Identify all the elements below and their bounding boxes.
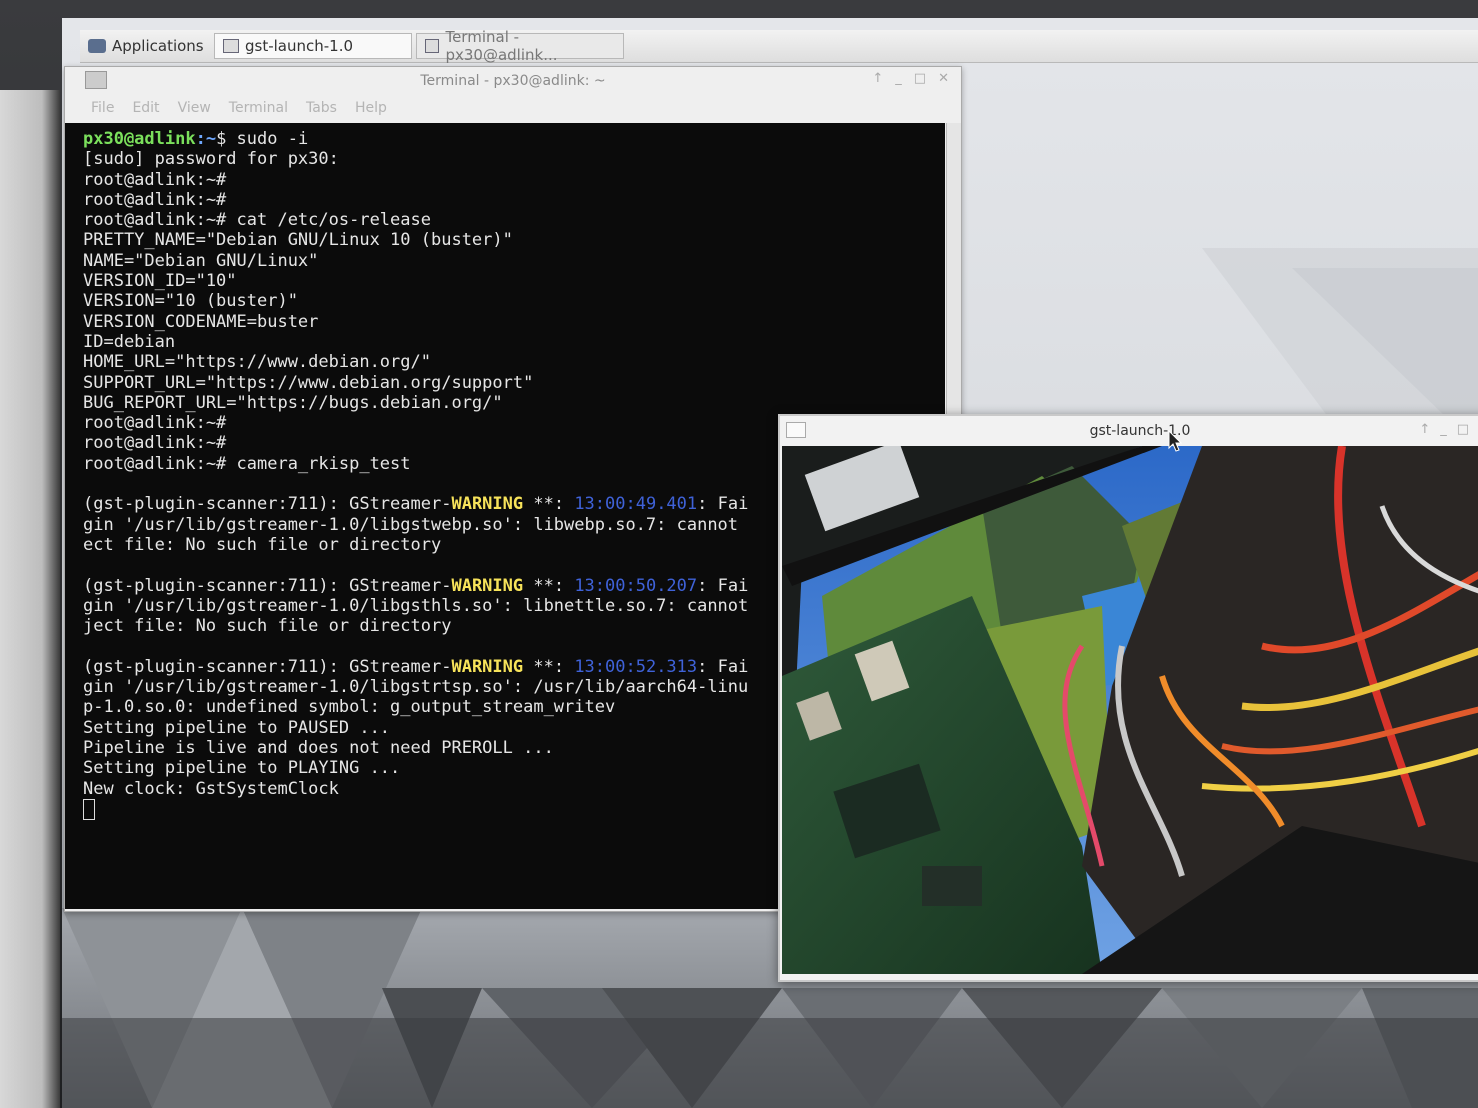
menu-view[interactable]: View bbox=[178, 100, 211, 116]
line-text: root@adlink:~# bbox=[83, 413, 227, 434]
line-text: p-1.0.so.0: undefined symbol: g_output_s… bbox=[83, 697, 616, 718]
line-text: root@adlink:~# camera_rkisp_test bbox=[83, 453, 411, 474]
terminal-icon bbox=[85, 71, 107, 89]
desk-background bbox=[0, 90, 60, 1108]
terminal-line: px30@adlink:~$ sudo -i bbox=[83, 129, 945, 149]
log-source: (gst-plugin-scanner:711): GStreamer- bbox=[83, 575, 452, 596]
terminal-line: ID=debian bbox=[83, 332, 945, 352]
log-timestamp: 13:00:52.313 bbox=[574, 656, 698, 677]
terminal-line: VERSION_CODENAME=buster bbox=[83, 312, 945, 332]
command-text: $ sudo -i bbox=[216, 129, 309, 149]
terminal-cursor bbox=[83, 798, 95, 820]
line-text: HOME_URL="https://www.debian.org/" bbox=[83, 352, 431, 373]
line-text: SUPPORT_URL="https://www.debian.org/supp… bbox=[83, 372, 534, 393]
window-icon bbox=[223, 39, 239, 53]
window-controls: ↑ _ □ ✕ bbox=[1419, 422, 1478, 437]
line-text: root@adlink:~# cat /etc/os-release bbox=[83, 210, 431, 231]
terminal-line: BUG_REPORT_URL="https://bugs.debian.org/… bbox=[83, 393, 945, 413]
log-source: (gst-plugin-scanner:711): GStreamer- bbox=[83, 656, 452, 677]
log-message: : Fai bbox=[697, 575, 749, 596]
warning-label: WARNING bbox=[451, 494, 524, 515]
line-text: ID=debian bbox=[83, 331, 176, 352]
log-message: : Fai bbox=[697, 494, 749, 515]
shade-icon[interactable]: ↑ bbox=[1419, 422, 1430, 437]
line-text: ect file: No such file or directory bbox=[83, 534, 442, 555]
top-panel: Applications gst-launch-1.0 Terminal - p… bbox=[80, 28, 1478, 64]
taskbar-item-label: Terminal - px30@adlink... bbox=[445, 28, 558, 64]
log-separator: **: bbox=[523, 494, 575, 515]
line-text: VERSION="10 (buster)" bbox=[83, 291, 298, 312]
video-frame bbox=[782, 446, 1478, 974]
minimize-icon[interactable]: _ bbox=[895, 71, 902, 86]
camera-feed-image bbox=[782, 446, 1478, 974]
warning-label: WARNING bbox=[451, 656, 524, 677]
line-text: Setting pipeline to PLAYING ... bbox=[83, 758, 401, 779]
terminal-menubar: File Edit View Terminal Tabs Help bbox=[65, 95, 961, 121]
taskbar-item-gst-launch[interactable]: gst-launch-1.0 bbox=[214, 33, 412, 59]
menu-edit[interactable]: Edit bbox=[132, 100, 159, 116]
mouse-pointer-icon bbox=[1168, 430, 1182, 452]
terminal-line: [sudo] password for px30: bbox=[83, 149, 945, 169]
line-text: VERSION_ID="10" bbox=[83, 271, 237, 292]
terminal-line: VERSION="10 (buster)" bbox=[83, 291, 945, 311]
menu-terminal[interactable]: Terminal bbox=[229, 100, 288, 116]
close-icon[interactable]: ✕ bbox=[938, 71, 949, 86]
taskbar-item-terminal[interactable]: Terminal - px30@adlink... bbox=[416, 28, 624, 64]
applications-label: Applications bbox=[112, 37, 204, 55]
applications-icon bbox=[88, 39, 106, 53]
line-text: New clock: GstSystemClock bbox=[83, 778, 339, 799]
applications-menu[interactable]: Applications bbox=[80, 32, 214, 60]
shade-icon[interactable]: ↑ bbox=[872, 71, 883, 86]
warning-label: WARNING bbox=[451, 575, 524, 596]
line-text: [sudo] password for px30: bbox=[83, 149, 339, 170]
line-text: VERSION_CODENAME=buster bbox=[83, 311, 319, 332]
line-text: gin '/usr/lib/gstreamer-1.0/libgsthls.so… bbox=[83, 595, 749, 616]
line-text: root@adlink:~# bbox=[83, 169, 227, 190]
terminal-line: root@adlink:~# bbox=[83, 170, 945, 190]
minimize-icon[interactable]: _ bbox=[1440, 422, 1447, 437]
terminal-line: HOME_URL="https://www.debian.org/" bbox=[83, 352, 945, 372]
terminal-line: NAME="Debian GNU/Linux" bbox=[83, 251, 945, 271]
terminal-line: SUPPORT_URL="https://www.debian.org/supp… bbox=[83, 373, 945, 393]
menu-tabs[interactable]: Tabs bbox=[306, 100, 337, 116]
gst-launch-window[interactable]: gst-launch-1.0 ↑ _ □ ✕ bbox=[778, 414, 1478, 982]
terminal-icon bbox=[425, 39, 440, 53]
log-message: : Fai bbox=[697, 656, 749, 677]
log-source: (gst-plugin-scanner:711): GStreamer- bbox=[83, 494, 452, 515]
line-text: BUG_REPORT_URL="https://bugs.debian.org/… bbox=[83, 392, 503, 413]
log-separator: **: bbox=[523, 656, 575, 677]
terminal-line: VERSION_ID="10" bbox=[83, 271, 945, 291]
log-timestamp: 13:00:49.401 bbox=[574, 494, 698, 515]
log-timestamp: 13:00:50.207 bbox=[574, 575, 698, 596]
line-text: Setting pipeline to PAUSED ... bbox=[83, 717, 391, 738]
menu-file[interactable]: File bbox=[91, 100, 114, 116]
log-separator: **: bbox=[523, 575, 575, 596]
line-text: ject file: No such file or directory bbox=[83, 616, 452, 637]
taskbar-item-label: gst-launch-1.0 bbox=[245, 37, 354, 55]
maximize-icon[interactable]: □ bbox=[914, 71, 926, 86]
screen: Applications gst-launch-1.0 Terminal - p… bbox=[62, 18, 1478, 1108]
prompt-user: px30@adlink bbox=[83, 129, 196, 149]
line-text: gin '/usr/lib/gstreamer-1.0/libgstwebp.s… bbox=[83, 514, 739, 535]
window-controls: ↑ _ □ ✕ bbox=[872, 71, 949, 86]
terminal-titlebar[interactable]: Terminal - px30@adlink: ~ ↑ _ □ ✕ bbox=[65, 67, 961, 95]
line-text: root@adlink:~# bbox=[83, 189, 227, 210]
line-text: gin '/usr/lib/gstreamer-1.0/libgstrtsp.s… bbox=[83, 677, 749, 698]
window-icon bbox=[786, 422, 806, 438]
menu-help[interactable]: Help bbox=[355, 100, 387, 116]
maximize-icon[interactable]: □ bbox=[1457, 422, 1469, 437]
prompt-path: :~ bbox=[195, 129, 217, 149]
line-text: NAME="Debian GNU/Linux" bbox=[83, 250, 319, 271]
terminal-line: root@adlink:~# bbox=[83, 190, 945, 210]
terminal-line: root@adlink:~# cat /etc/os-release bbox=[83, 210, 945, 230]
line-text: PRETTY_NAME="Debian GNU/Linux 10 (buster… bbox=[83, 230, 513, 251]
terminal-title: Terminal - px30@adlink: ~ bbox=[420, 73, 606, 89]
terminal-line: PRETTY_NAME="Debian GNU/Linux 10 (buster… bbox=[83, 230, 945, 250]
gst-titlebar[interactable]: gst-launch-1.0 ↑ _ □ ✕ bbox=[780, 416, 1478, 446]
line-text: root@adlink:~# bbox=[83, 433, 227, 454]
line-text: Pipeline is live and does not need PRERO… bbox=[83, 737, 554, 758]
